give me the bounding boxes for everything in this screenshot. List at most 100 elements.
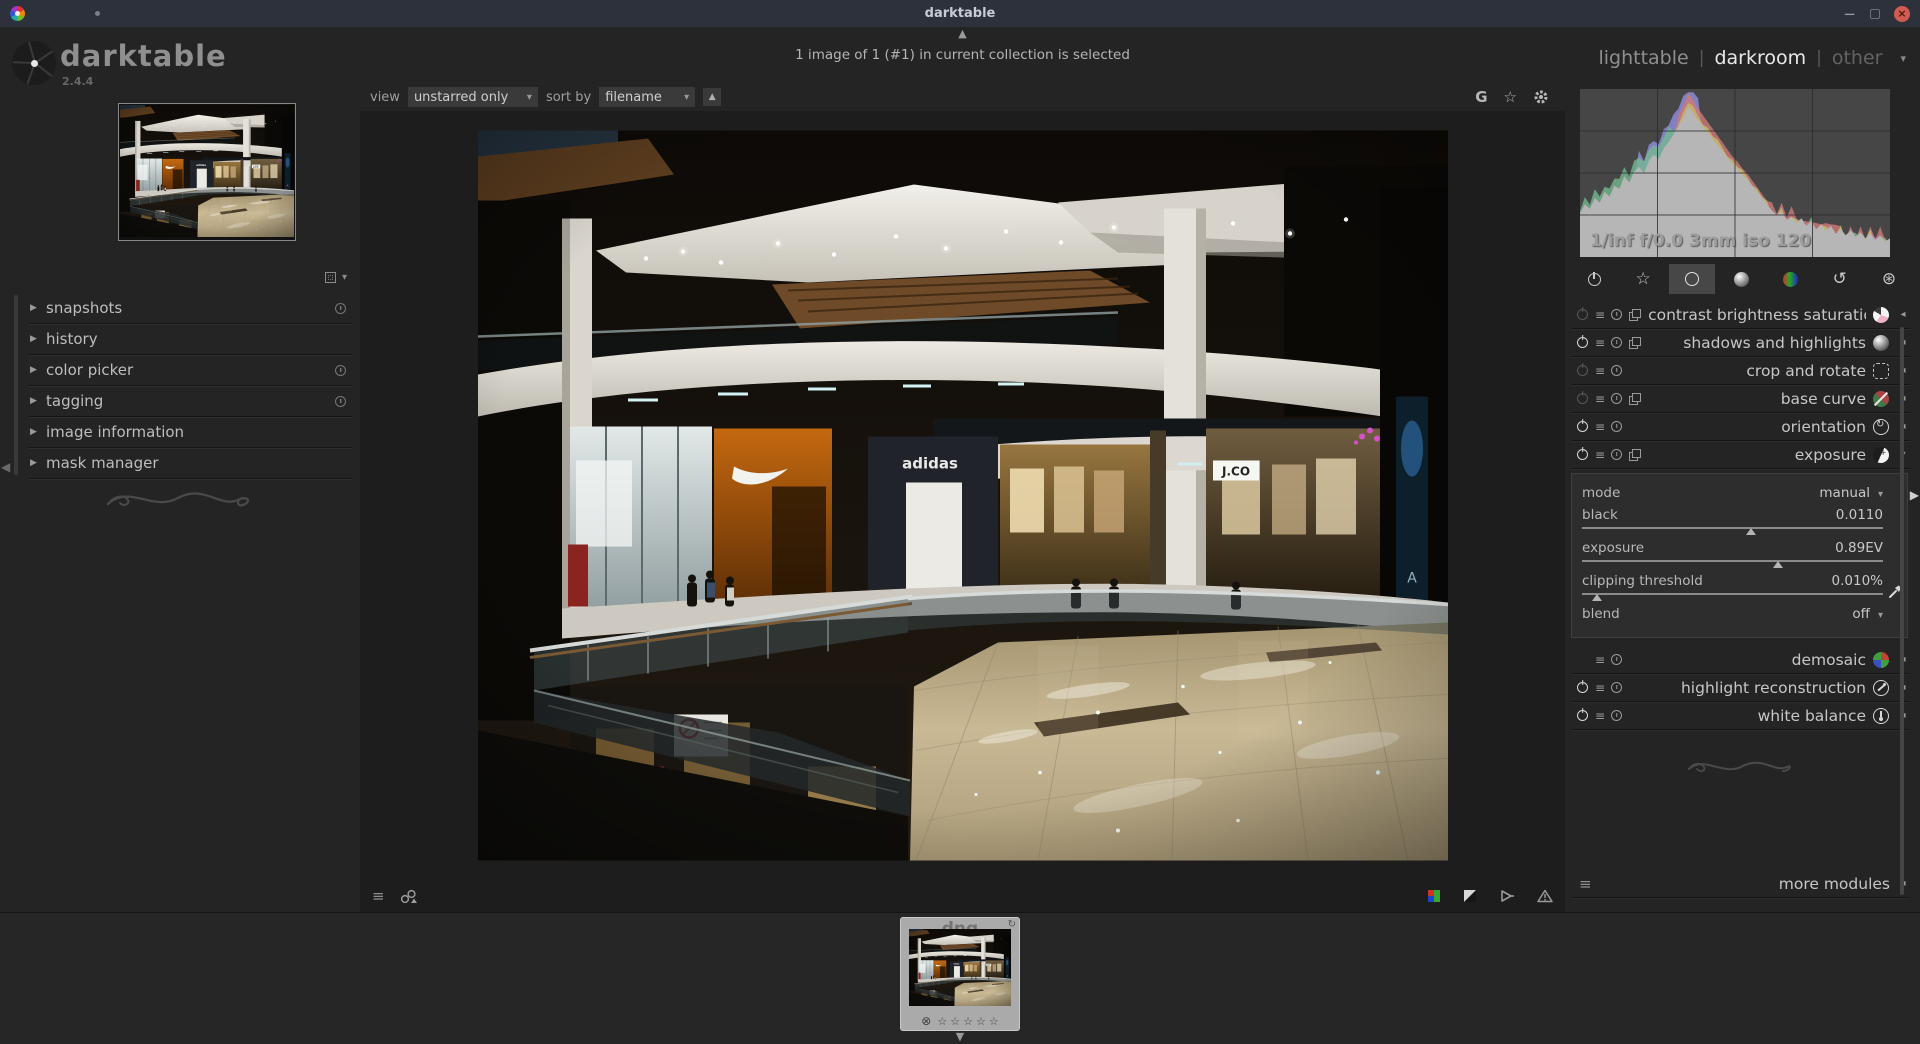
module-contrast-brightness-saturation[interactable]: ≡ contrast brightness saturation ◂ [1571, 301, 1910, 329]
module-instance-icon[interactable] [1629, 449, 1641, 461]
section-history[interactable]: ▶ history [28, 324, 352, 355]
module-name[interactable]: crop and rotate [1629, 362, 1866, 380]
slider-thumb[interactable] [1592, 594, 1602, 601]
darkroom-canvas[interactable] [360, 111, 1565, 880]
module-shadows-and-highlights[interactable]: ≡ shadows and highlights ◂ [1571, 329, 1910, 357]
module-instance-icon[interactable] [1629, 309, 1641, 321]
styles-menu-icon[interactable]: ≡ [372, 887, 384, 905]
module-power-icon[interactable] [1577, 393, 1588, 404]
star-icon[interactable]: ☆ [989, 1015, 999, 1028]
module-group-color-group[interactable] [1768, 264, 1814, 294]
module-group-favorites[interactable] [1620, 264, 1666, 294]
star-icon[interactable]: ☆ [976, 1015, 986, 1028]
module-instance-icon[interactable] [1629, 337, 1641, 349]
view-tab-darkroom[interactable]: darkroom [1714, 47, 1806, 69]
module-name[interactable]: demosaic [1629, 651, 1866, 669]
more-modules-row[interactable]: ≡ more modules ◂ [1571, 870, 1910, 898]
view-tab-lighttable[interactable]: lighttable [1598, 47, 1688, 69]
module-presets-icon[interactable]: ≡ [1595, 393, 1604, 405]
section-reset-icon[interactable] [335, 396, 346, 407]
module-highlight-reconstruction[interactable]: ≡ highlight reconstruction ◂ [1571, 674, 1910, 702]
slider-track[interactable] [1582, 560, 1883, 562]
module-power-icon[interactable] [1577, 309, 1588, 320]
overexposed-icon[interactable] [1463, 889, 1477, 903]
module-presets-icon[interactable]: ≡ [1595, 682, 1604, 694]
section-tagging[interactable]: ▶ tagging [28, 386, 352, 417]
gamut-check-icon[interactable] [1537, 889, 1553, 903]
module-name[interactable]: exposure [1648, 446, 1866, 464]
module-reset-icon[interactable] [1611, 710, 1622, 721]
histogram[interactable]: 1/inf f/0.0 3mm iso 120 [1580, 89, 1890, 257]
grouping-toggle-icon[interactable]: G [1475, 88, 1487, 106]
slider-exposure[interactable]: exposure 0.89EV [1582, 537, 1883, 562]
slider-clipping-threshold[interactable]: clipping threshold 0.010% [1582, 570, 1883, 595]
slider-track[interactable] [1582, 527, 1883, 529]
module-power-icon[interactable] [1577, 365, 1588, 376]
module-crop-and-rotate[interactable]: ≡ crop and rotate ◂ [1571, 357, 1910, 385]
softproof-icon[interactable] [1499, 889, 1515, 903]
module-name[interactable]: base curve [1648, 390, 1866, 408]
section-expand-arrow-icon[interactable]: ▶ [30, 458, 46, 468]
module-power-icon[interactable] [1577, 710, 1588, 721]
module-name[interactable]: contrast brightness saturation [1648, 306, 1866, 324]
slider-thumb[interactable] [1773, 561, 1783, 568]
preferences-gear-icon[interactable] [1533, 89, 1549, 105]
module-reset-icon[interactable] [1611, 393, 1622, 404]
module-reset-icon[interactable] [1611, 337, 1622, 348]
module-reset-icon[interactable] [1611, 365, 1622, 376]
module-name[interactable]: shadows and highlights [1648, 334, 1866, 352]
module-power-icon[interactable] [1577, 682, 1588, 693]
section-expand-arrow-icon[interactable]: ▶ [30, 427, 46, 437]
sort-dropdown[interactable]: filename▾ [599, 87, 695, 107]
right-panel-collapse-arrow-icon[interactable]: ▶ [1910, 488, 1919, 502]
module-demosaic[interactable]: ≡ demosaic ◂ [1571, 646, 1910, 674]
blend-dropdown[interactable]: off▾ [1852, 606, 1883, 622]
module-group-basic-group[interactable] [1669, 264, 1715, 294]
slider-track[interactable] [1582, 593, 1883, 595]
slider-thumb[interactable] [1746, 528, 1756, 535]
module-presets-icon[interactable]: ≡ [1595, 337, 1604, 349]
module-orientation[interactable]: ≡ orientation ◂ [1571, 413, 1910, 441]
mask-shapes-icon[interactable] [400, 888, 418, 904]
views-dropdown-caret-icon[interactable]: ▾ [1900, 52, 1906, 65]
star-icon[interactable]: ☆ [963, 1015, 973, 1028]
minimize-button[interactable]: − [1843, 9, 1856, 19]
left-panel-collapse-arrow-icon[interactable]: ◀ [1, 460, 10, 474]
zoom-dropdown-caret-icon[interactable]: ▾ [342, 272, 347, 283]
module-base-curve[interactable]: ≡ base curve ◂ [1571, 385, 1910, 413]
module-reset-icon[interactable] [1611, 654, 1622, 665]
star-icon[interactable]: ☆ [950, 1015, 960, 1028]
slider-black[interactable]: black 0.0110 [1582, 504, 1883, 529]
module-reset-icon[interactable] [1611, 449, 1622, 460]
close-button[interactable]: × [1894, 6, 1910, 22]
view-tab-other[interactable]: other [1832, 47, 1883, 69]
star-icon[interactable]: ☆ [937, 1015, 947, 1028]
module-exposure[interactable]: ≡ exposure ▾ [1571, 441, 1910, 469]
module-reset-icon[interactable] [1611, 421, 1622, 432]
raw-overexposed-icon[interactable] [1427, 889, 1441, 903]
exposure-mode-dropdown[interactable]: manual▾ [1819, 485, 1883, 501]
section-expand-arrow-icon[interactable]: ▶ [30, 303, 46, 313]
module-reset-icon[interactable] [1611, 682, 1622, 693]
module-collapse-arrow-icon[interactable]: ◂ [1896, 309, 1910, 320]
module-group-tone-group[interactable] [1718, 264, 1764, 294]
module-power-icon[interactable] [1577, 421, 1588, 432]
section-expand-arrow-icon[interactable]: ▶ [30, 334, 46, 344]
left-scrollbar[interactable] [14, 295, 18, 475]
section-reset-icon[interactable] [335, 303, 346, 314]
module-name[interactable]: highlight reconstruction [1629, 679, 1866, 697]
module-white-balance[interactable]: ≡ white balance ◂ [1571, 702, 1910, 730]
module-power-icon[interactable] [1577, 449, 1588, 460]
section-expand-arrow-icon[interactable]: ▶ [30, 365, 46, 375]
module-name[interactable]: white balance [1629, 707, 1866, 725]
module-name[interactable]: orientation [1629, 418, 1866, 436]
module-presets-icon[interactable]: ≡ [1595, 365, 1604, 377]
reject-icon[interactable]: ⊗ [921, 1014, 931, 1028]
module-presets-icon[interactable]: ≡ [1595, 710, 1604, 722]
bottom-panel-collapse-arrow-icon[interactable]: ▼ [956, 1032, 964, 1042]
section-reset-icon[interactable] [335, 365, 346, 376]
view-filter-dropdown[interactable]: unstarred only▾ [408, 87, 538, 107]
section-expand-arrow-icon[interactable]: ▶ [30, 396, 46, 406]
module-group-effect-group[interactable] [1866, 264, 1912, 294]
module-presets-icon[interactable]: ≡ [1595, 309, 1604, 321]
